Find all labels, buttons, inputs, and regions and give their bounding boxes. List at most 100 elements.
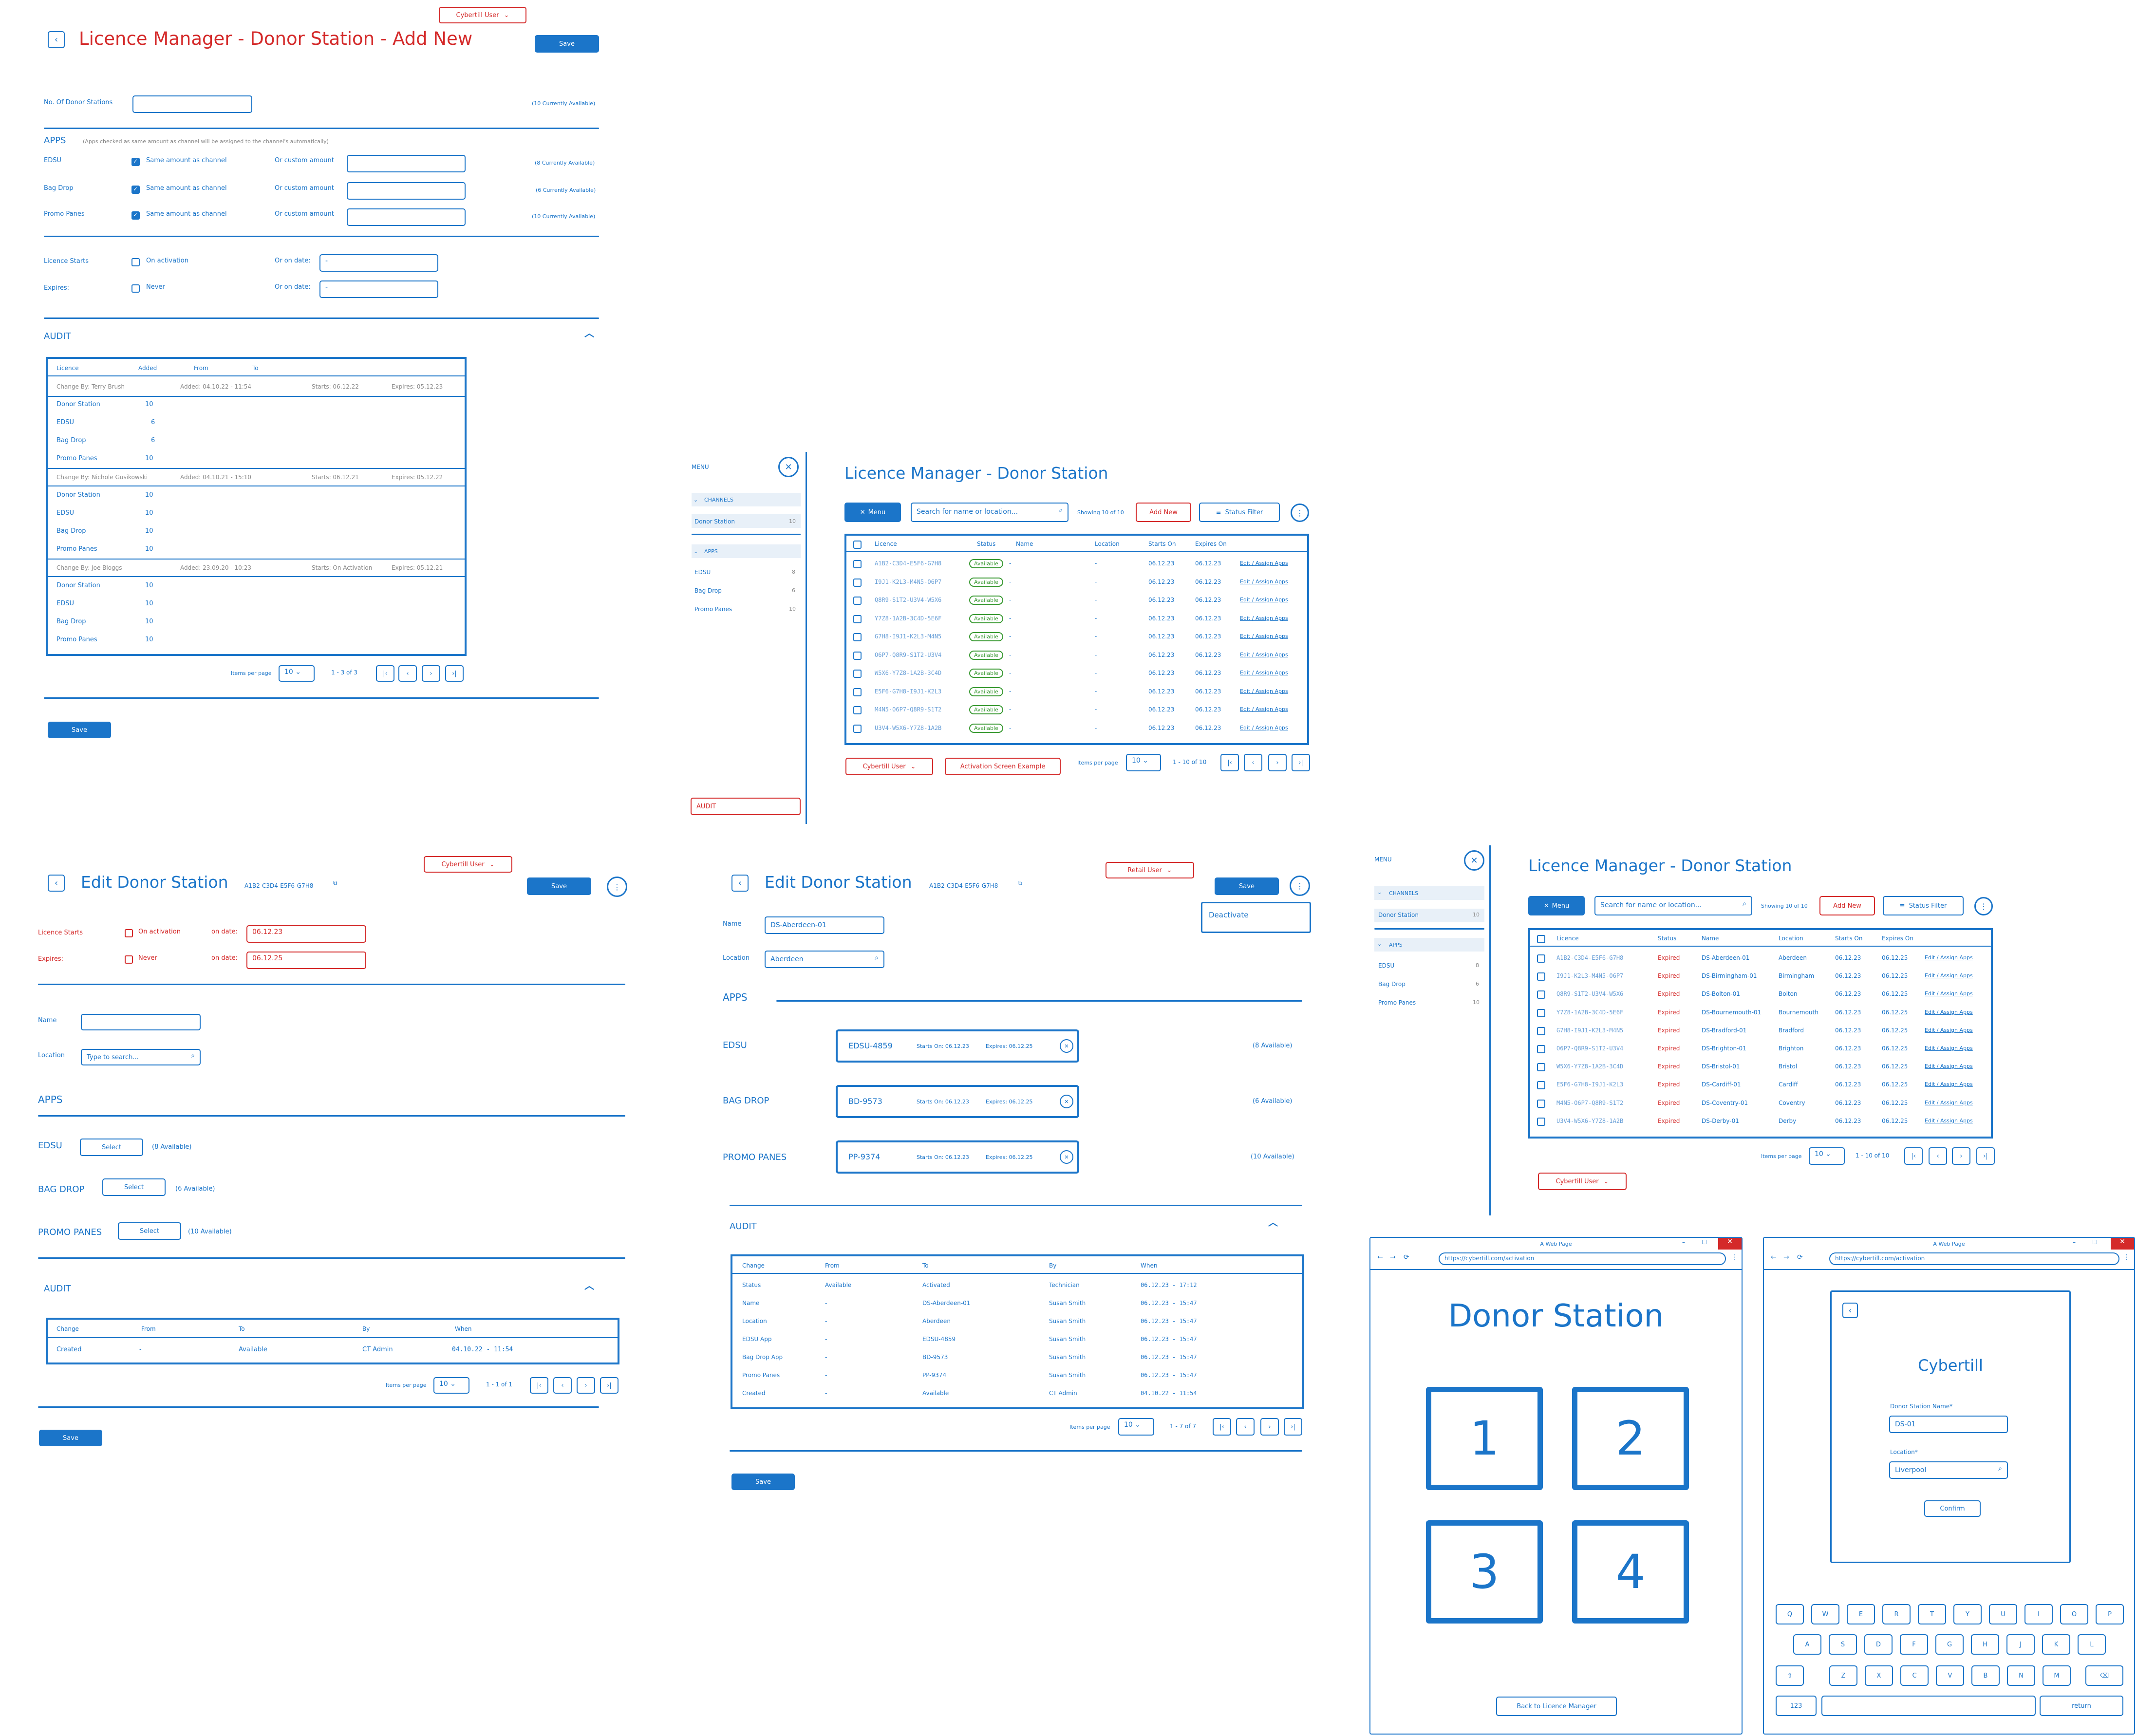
prev-page-button[interactable]: ‹ [1929, 1147, 1947, 1165]
edit-assign-link[interactable]: Edit / Assign Apps [1925, 1100, 1973, 1106]
maximize-icon[interactable]: ☐ [1702, 1239, 1707, 1246]
back-button[interactable]: ‹ [48, 875, 65, 892]
search-input[interactable]: Search for name or location... ⌕ [911, 503, 1068, 522]
select-edsu-button[interactable]: Select [80, 1139, 143, 1156]
forward-arrow-icon[interactable]: → [1390, 1253, 1396, 1261]
key-w[interactable]: W [1811, 1604, 1839, 1624]
close-menu-button[interactable]: ✕ [1464, 850, 1484, 871]
key-z[interactable]: Z [1829, 1665, 1857, 1686]
first-page-button[interactable]: |‹ [1213, 1418, 1231, 1436]
sidebar-item-promo-panes[interactable]: Promo Panes [694, 606, 732, 613]
minimize-icon[interactable]: – [1682, 1239, 1685, 1246]
select-all-checkbox[interactable] [853, 541, 862, 549]
remove-app-button[interactable]: ✕ [1060, 1150, 1073, 1164]
key-t[interactable]: T [1918, 1604, 1946, 1624]
first-page-button[interactable]: |‹ [530, 1377, 548, 1394]
row-checkbox[interactable] [1537, 972, 1545, 981]
row-checkbox[interactable] [853, 615, 862, 623]
same-amount-checkbox[interactable] [131, 211, 140, 220]
user-dropdown[interactable]: Cybertill User ⌄ [1538, 1173, 1627, 1190]
station-tile-2[interactable]: 2 [1572, 1387, 1689, 1490]
row-checkbox[interactable] [1537, 954, 1545, 963]
row-checkbox[interactable] [853, 560, 862, 568]
row-checkbox[interactable] [853, 724, 862, 733]
minimize-icon[interactable]: – [2073, 1239, 2076, 1246]
row-checkbox[interactable] [1537, 1008, 1545, 1017]
row-checkbox[interactable] [853, 633, 862, 641]
key-l[interactable]: L [2078, 1634, 2106, 1655]
key-p[interactable]: P [2096, 1604, 2124, 1624]
edit-assign-link[interactable]: Edit / Assign Apps [1925, 1045, 1973, 1051]
save-button[interactable]: Save [731, 1474, 795, 1490]
key-j[interactable]: J [2006, 1634, 2035, 1655]
next-page-button[interactable]: › [1268, 754, 1287, 771]
edit-assign-link[interactable]: Edit / Assign Apps [1925, 1027, 1973, 1033]
last-page-button[interactable]: ›| [1292, 754, 1310, 771]
more-options-button[interactable]: ⋮ [1291, 504, 1309, 522]
key-c[interactable]: C [1900, 1665, 1929, 1686]
edit-assign-link[interactable]: Edit / Assign Apps [1925, 990, 1973, 997]
chevron-up-icon[interactable]: ︿ [1268, 1214, 1278, 1229]
location-input[interactable]: Aberdeen ⌕ [765, 951, 884, 968]
space-key[interactable] [1821, 1696, 2036, 1716]
next-page-button[interactable]: › [577, 1377, 595, 1394]
per-page-select[interactable]: 10 ⌄ [433, 1377, 469, 1394]
row-checkbox[interactable] [853, 706, 862, 714]
column-header-location[interactable]: Location [1779, 935, 1803, 942]
user-dropdown[interactable]: Retail User ⌄ [1106, 862, 1194, 878]
column-header-starts[interactable]: Starts On [1148, 541, 1176, 547]
row-checkbox[interactable] [1537, 1081, 1545, 1090]
per-page-select[interactable]: 10 ⌄ [1809, 1147, 1845, 1165]
user-dropdown[interactable]: Cybertill User ⌄ [424, 856, 512, 873]
never-checkbox[interactable] [131, 284, 140, 293]
chevron-up-icon[interactable]: ︿ [584, 1278, 594, 1292]
row-checkbox[interactable] [853, 670, 862, 678]
prev-page-button[interactable]: ‹ [1236, 1418, 1255, 1436]
key-s[interactable]: S [1829, 1634, 1857, 1655]
last-page-button[interactable]: ›| [1284, 1418, 1302, 1436]
edit-assign-link[interactable]: Edit / Assign Apps [1240, 670, 1288, 676]
prev-page-button[interactable]: ‹ [1244, 754, 1262, 771]
next-page-button[interactable]: › [1952, 1147, 1970, 1165]
sidebar-item-promo-panes[interactable]: Promo Panes [1378, 999, 1416, 1006]
key-m[interactable]: M [2043, 1665, 2071, 1686]
column-header-expires[interactable]: Expires On [1882, 935, 1913, 942]
custom-amount-input[interactable] [347, 155, 466, 172]
url-bar[interactable]: https://cybertill.com/activation [1439, 1252, 1726, 1265]
key-k[interactable]: K [2042, 1634, 2070, 1655]
same-amount-checkbox[interactable] [131, 186, 140, 194]
last-page-button[interactable]: ›| [600, 1377, 619, 1394]
first-page-button[interactable]: |‹ [1904, 1147, 1923, 1165]
edit-assign-link[interactable]: Edit / Assign Apps [1240, 579, 1288, 585]
location-input[interactable]: Type to search... ⌕ [81, 1049, 201, 1065]
audit-button[interactable]: AUDIT [691, 798, 801, 815]
row-checkbox[interactable] [1537, 1027, 1545, 1035]
activation-screen-button[interactable]: Activation Screen Example [945, 758, 1061, 775]
row-checkbox[interactable] [1537, 1063, 1545, 1072]
assigned-app-card[interactable]: PP-9374 Starts On: 06.12.23 Expires: 06.… [836, 1140, 1079, 1174]
per-page-select[interactable]: 10 ⌄ [1118, 1418, 1154, 1436]
confirm-button[interactable]: Confirm [1924, 1500, 1981, 1517]
chevron-up-icon[interactable]: ︿ [584, 325, 594, 339]
select-all-checkbox[interactable] [1537, 935, 1545, 943]
back-arrow-icon[interactable]: ← [1771, 1253, 1777, 1261]
forward-arrow-icon[interactable]: → [1783, 1253, 1789, 1261]
key-o[interactable]: O [2060, 1604, 2088, 1624]
key-x[interactable]: X [1865, 1665, 1893, 1686]
edit-assign-link[interactable]: Edit / Assign Apps [1925, 1118, 1973, 1124]
edit-assign-link[interactable]: Edit / Assign Apps [1240, 633, 1288, 639]
select-promo-panes-button[interactable]: Select [118, 1222, 181, 1240]
save-button[interactable]: Save [527, 877, 591, 895]
custom-amount-input[interactable] [347, 182, 466, 200]
last-page-button[interactable]: ›| [1976, 1147, 1995, 1165]
add-new-button[interactable]: Add New [1136, 503, 1191, 522]
menu-button[interactable]: ✕ Menu [844, 503, 901, 522]
numbers-key[interactable]: 123 [1776, 1696, 1817, 1716]
start-date-input[interactable]: - [319, 254, 438, 272]
next-page-button[interactable]: › [422, 665, 440, 682]
column-header-expires[interactable]: Expires On [1195, 541, 1227, 547]
row-checkbox[interactable] [853, 597, 862, 605]
expiry-date-input[interactable]: - [319, 280, 438, 298]
more-vertical-icon[interactable]: ⋮ [1731, 1253, 1738, 1261]
first-page-button[interactable]: |‹ [1220, 754, 1239, 771]
